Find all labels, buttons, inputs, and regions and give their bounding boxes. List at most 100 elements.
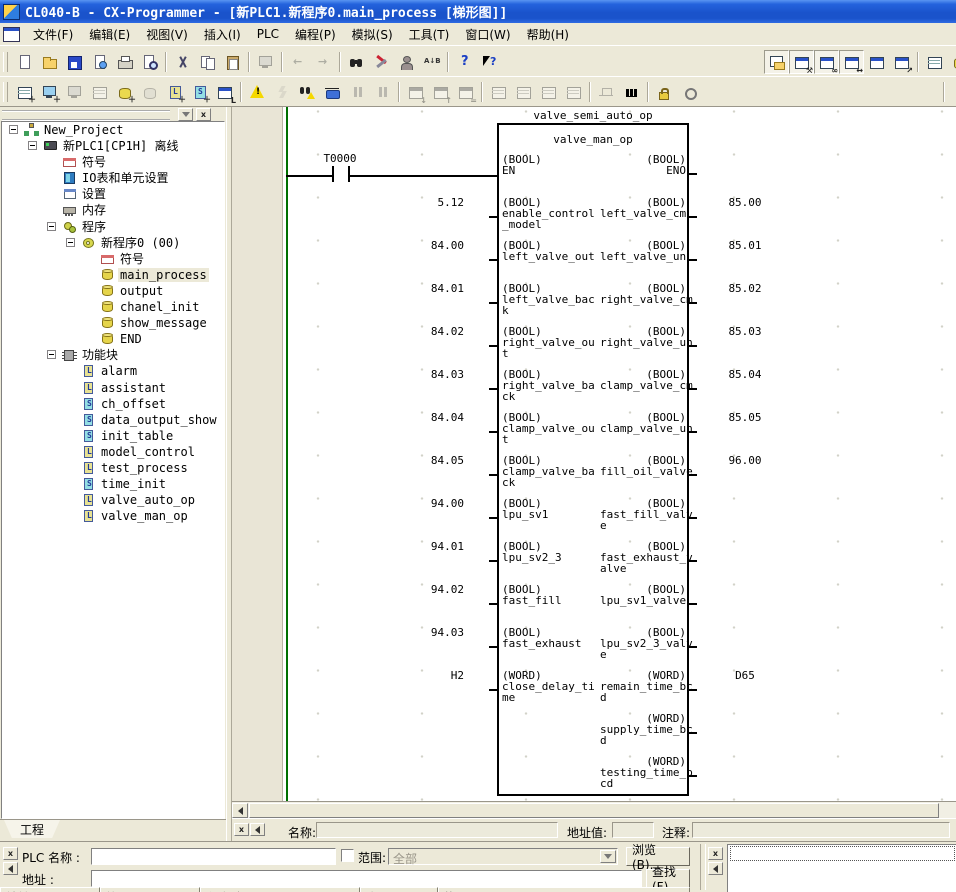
operand-address[interactable]: 84.01 — [362, 283, 464, 294]
tree-item--[interactable]: 内存 — [2, 202, 224, 218]
mdi-child-icon[interactable] — [3, 27, 20, 42]
tree-item-io-[interactable]: IO表和单元设置 — [2, 170, 224, 186]
tree-item-chanel_init[interactable]: chanel_init — [2, 299, 224, 315]
fb-output-param[interactable]: (BOOL)ENO — [600, 154, 686, 176]
tree-item-show_message[interactable]: show_message — [2, 315, 224, 331]
fb-input-param[interactable]: (BOOL)clamp_valve_back — [502, 455, 598, 488]
plc-name-input[interactable] — [91, 848, 336, 865]
new-fb-ladder-button[interactable]: ＋ — [162, 80, 187, 104]
tree-expand-box[interactable] — [28, 141, 37, 150]
watch-close-button[interactable]: x — [708, 847, 723, 860]
view-ladder-button[interactable]: ＋ — [37, 80, 62, 104]
fb-output-param[interactable]: (BOOL)lpu_sv1_valve — [600, 584, 686, 606]
context-help-button[interactable] — [477, 50, 502, 74]
fb-input-param[interactable]: (BOOL)lpu_sv2_3 — [502, 541, 598, 563]
tree-item--0-00-[interactable]: 新程序0 (00) — [2, 235, 224, 251]
print-report-button[interactable] — [87, 50, 112, 74]
fb-output-param[interactable]: (BOOL)right_valve_un — [600, 326, 686, 348]
fb-output-param[interactable]: (WORD)testing_time_bcd — [600, 756, 686, 789]
menu-window[interactable]: 窗口(W) — [457, 24, 518, 45]
operand-address[interactable]: 94.01 — [362, 541, 464, 552]
tree-item--[interactable]: 程序 — [2, 219, 224, 235]
tree-item-output[interactable]: output — [2, 283, 224, 299]
save-button[interactable] — [62, 50, 87, 74]
operand-address[interactable]: 94.00 — [362, 498, 464, 509]
operand-address[interactable]: H2 — [362, 670, 464, 681]
fb-input-param[interactable]: (BOOL)EN — [502, 154, 598, 176]
scrollbar-thumb[interactable] — [249, 803, 939, 818]
operand-address[interactable]: 84.03 — [362, 369, 464, 380]
change-all-button[interactable] — [394, 50, 419, 74]
tab-project[interactable]: 工程 — [4, 820, 60, 838]
operand-address[interactable]: 84.00 — [362, 240, 464, 251]
operand-address[interactable]: 94.02 — [362, 584, 464, 595]
tree-item-assistant[interactable]: assistant — [2, 380, 224, 396]
fb-instance-name[interactable]: valve_semi_auto_op — [497, 110, 689, 121]
tree-item-end[interactable]: END — [2, 331, 224, 347]
fb-instance-view-button[interactable]: L — [212, 80, 237, 104]
tree-item--[interactable]: 设置 — [2, 186, 224, 202]
fb-output-param[interactable]: (BOOL)fast_fill_valve — [600, 498, 686, 531]
menu-help[interactable]: 帮助(H) — [519, 24, 577, 45]
menu-view[interactable]: 视图(V) — [138, 24, 196, 45]
menu-tools[interactable]: 工具(T) — [401, 24, 458, 45]
result-column-5[interactable]: 找到 — [438, 887, 690, 892]
tree-item-time_init[interactable]: time_init — [2, 476, 224, 492]
watch-collapse-button[interactable] — [708, 862, 723, 875]
fb-output-param[interactable]: (BOOL)clamp_valve_un — [600, 412, 686, 434]
fb-output-param[interactable]: (BOOL)lpu_sv2_3_valve — [600, 627, 686, 660]
find-button[interactable] — [344, 50, 369, 74]
tree-expand-box[interactable] — [47, 350, 56, 359]
tree-item-data_output_show[interactable]: data_output_show — [2, 412, 224, 428]
view-mnemonics-button[interactable]: ＋ — [12, 80, 37, 104]
find-panel-collapse-button[interactable] — [3, 862, 18, 875]
fb-input-param[interactable]: (BOOL)left_valve_out — [502, 240, 598, 262]
result-column-4[interactable]: 步 — [360, 887, 438, 892]
paste-button[interactable] — [220, 50, 245, 74]
fb-input-param[interactable]: (BOOL)lpu_sv1 — [502, 498, 598, 520]
toggle-watch-window-button[interactable]: ∞ — [814, 50, 839, 74]
tree-item-alarm[interactable]: alarm — [2, 363, 224, 379]
operand-address[interactable]: 85.04 — [710, 369, 780, 380]
fb-input-param[interactable]: (BOOL)right_valve_back — [502, 369, 598, 402]
operand-address[interactable]: 84.02 — [362, 326, 464, 337]
find-panel-close-button[interactable]: x — [3, 847, 18, 860]
fb-input-param[interactable]: (BOOL)fast_fill — [502, 584, 598, 606]
tree-item--plc1-cp1h-[interactable]: 新PLC1[CP1H] 离线 — [2, 138, 224, 154]
tree-expand-box[interactable] — [66, 238, 75, 247]
operand-address[interactable]: 94.03 — [362, 627, 464, 638]
scope-combo[interactable]: 全部 — [388, 848, 618, 865]
tree-item-ch_offset[interactable]: ch_offset — [2, 396, 224, 412]
operand-address[interactable]: 85.03 — [710, 326, 780, 337]
tree-item--[interactable]: 符号 — [2, 154, 224, 170]
help-button[interactable] — [452, 50, 477, 74]
work-online-button[interactable] — [245, 80, 270, 104]
new-fb-st-button[interactable]: ＋ — [187, 80, 212, 104]
new-button[interactable] — [12, 50, 37, 74]
fb-input-param[interactable]: (BOOL)enable_control_model — [502, 197, 598, 230]
copy-button[interactable] — [195, 50, 220, 74]
fb-output-param[interactable]: (BOOL)clamp_valve_cm — [600, 369, 686, 391]
zoom-out-button[interactable] — [947, 50, 956, 74]
zoom-in-button[interactable] — [922, 50, 947, 74]
panel-menu-button[interactable] — [178, 108, 193, 121]
menu-edit[interactable]: 编辑(E) — [81, 24, 138, 45]
contact-operand[interactable]: T0000 — [304, 153, 376, 164]
operand-address[interactable]: 85.00 — [710, 197, 780, 208]
force-off-button[interactable] — [677, 80, 702, 104]
watch-empty-row[interactable] — [730, 846, 955, 861]
online-find-button[interactable] — [295, 80, 320, 104]
operand-address[interactable]: D65 — [710, 670, 780, 681]
force-on-button[interactable] — [652, 80, 677, 104]
panel-close-button[interactable]: x — [196, 108, 211, 121]
operand-address[interactable]: 85.05 — [710, 412, 780, 423]
print-preview-button[interactable] — [137, 50, 162, 74]
toggle-project-window-button[interactable] — [764, 50, 789, 74]
panel-drag-handle[interactable] — [2, 110, 170, 121]
watch-window[interactable] — [727, 844, 956, 892]
tree-item-valve_auto_op[interactable]: valve_auto_op — [2, 492, 224, 508]
tree-expand-box[interactable] — [47, 222, 56, 231]
tree-expand-box[interactable] — [9, 125, 18, 134]
infobar-close-button[interactable]: x — [234, 823, 249, 836]
tree-item-init_table[interactable]: init_table — [2, 428, 224, 444]
